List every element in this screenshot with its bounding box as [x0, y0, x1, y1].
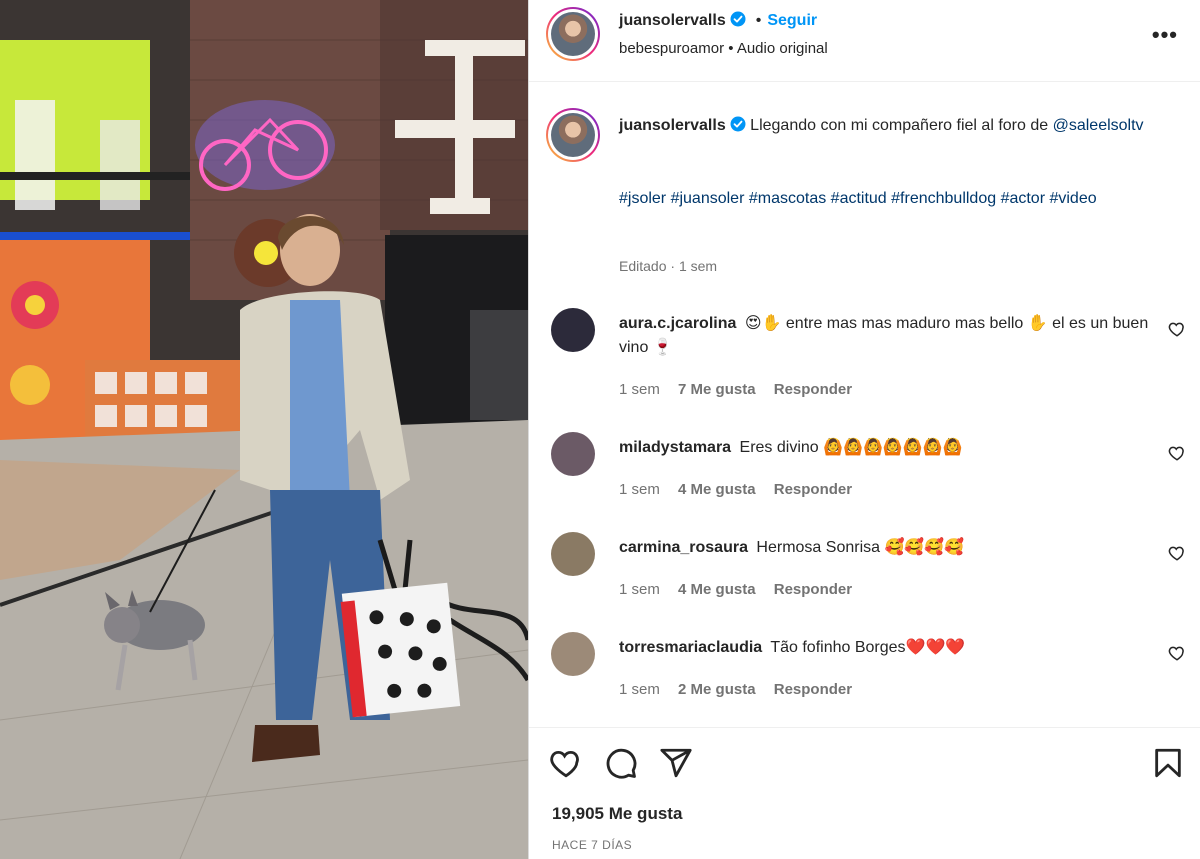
comment-text: carmina_rosaura Hermosa Sonrisa 🥰🥰🥰🥰 [619, 536, 1159, 560]
comment-body: Tão fofinho Borges❤️❤️❤️ [770, 639, 966, 656]
author-line: juansolervalls • Seguir [619, 11, 817, 30]
post-side-panel: juansolervalls • Seguir bebespuroamor • Au… [529, 0, 1200, 859]
heart-icon[interactable] [1168, 444, 1186, 462]
heart-icon[interactable] [1168, 644, 1186, 662]
reply-button[interactable]: Responder [774, 681, 852, 698]
comment-meta: 1 sem 4 Me gusta Responder [619, 581, 866, 598]
verified-badge-icon [730, 116, 746, 132]
follow-button[interactable]: Seguir [767, 12, 817, 29]
bookmark-icon[interactable] [1151, 746, 1185, 780]
commenter-username[interactable]: aura.c.jcarolina [619, 315, 736, 332]
caption-meta: Editado · 1 sem [619, 258, 717, 274]
post-actions-bar: 19,905 Me gusta HACE 7 DÍAS [529, 727, 1200, 859]
like-heart-icon[interactable] [549, 746, 583, 780]
share-icon[interactable] [659, 746, 693, 780]
post-video[interactable] [0, 0, 528, 859]
comment-likes[interactable]: 2 Me gusta [678, 681, 756, 698]
comment-time: 1 sem [619, 381, 660, 398]
commenter-avatar[interactable] [551, 308, 595, 352]
comment-body: Hermosa Sonrisa 🥰🥰🥰🥰 [756, 539, 965, 556]
heart-icon[interactable] [1168, 544, 1186, 562]
commenter-avatar[interactable] [551, 532, 595, 576]
comment-likes[interactable]: 4 Me gusta [678, 581, 756, 598]
comment-time: 1 sem [619, 481, 660, 498]
audio-attribution[interactable]: bebespuroamor • Audio original [619, 40, 828, 57]
reply-button[interactable]: Responder [774, 381, 852, 398]
commenter-username[interactable]: carmina_rosaura [619, 539, 748, 556]
comment-meta: 1 sem 2 Me gusta Responder [619, 681, 866, 698]
reply-button[interactable]: Responder [774, 481, 852, 498]
author-avatar[interactable] [546, 7, 600, 61]
caption-hashtags[interactable]: #jsoler #juansoler #mascotas #actitud #f… [619, 187, 1159, 211]
verified-badge-icon [730, 11, 746, 27]
author-username[interactable]: juansolervalls [619, 12, 726, 29]
comment-text: torresmariaclaudia Tão fofinho Borges❤️❤… [619, 636, 1159, 660]
comment-meta: 1 sem 7 Me gusta Responder [619, 381, 866, 398]
edited-label: Editado [619, 258, 667, 274]
video-frame [0, 0, 528, 859]
heart-icon[interactable] [1168, 320, 1186, 338]
comment-icon[interactable] [604, 746, 638, 780]
comment-meta: 1 sem 4 Me gusta Responder [619, 481, 866, 498]
caption-time: 1 sem [678, 258, 718, 274]
commenter-username[interactable]: torresmariaclaudia [619, 639, 762, 656]
caption-username[interactable]: juansolervalls [619, 117, 726, 134]
more-options-icon[interactable]: ••• [1152, 22, 1178, 48]
meta-separator: · [670, 258, 676, 274]
comment-text: miladystamara Eres divino 🙆🙆🙆🙆🙆🙆🙆 [619, 436, 1159, 460]
likes-count[interactable]: 19,905 Me gusta [552, 804, 682, 824]
comment-likes[interactable]: 4 Me gusta [678, 481, 756, 498]
commenter-avatar[interactable] [551, 632, 595, 676]
post-header: juansolervalls • Seguir bebespuroamor • Au… [529, 0, 1200, 82]
comment-likes[interactable]: 7 Me gusta [678, 381, 756, 398]
commenter-avatar[interactable] [551, 432, 595, 476]
caption-avatar[interactable] [546, 108, 600, 162]
caption-text: juansolervalls Llegando con mi compañero… [619, 114, 1159, 138]
comment-body: Eres divino 🙆🙆🙆🙆🙆🙆🙆 [739, 439, 963, 456]
commenter-username[interactable]: miladystamara [619, 439, 731, 456]
post-timestamp: HACE 7 DÍAS [552, 838, 633, 852]
reply-button[interactable]: Responder [774, 581, 852, 598]
header-separator: • [755, 12, 762, 29]
caption-body: Llegando con mi compañero fiel al foro d… [750, 117, 1049, 134]
comment-text: aura.c.jcarolina 😍✋ entre mas mas maduro… [619, 312, 1159, 360]
comment-time: 1 sem [619, 581, 660, 598]
comment-time: 1 sem [619, 681, 660, 698]
caption-mention-link[interactable]: @saleelsoltv [1053, 117, 1144, 134]
